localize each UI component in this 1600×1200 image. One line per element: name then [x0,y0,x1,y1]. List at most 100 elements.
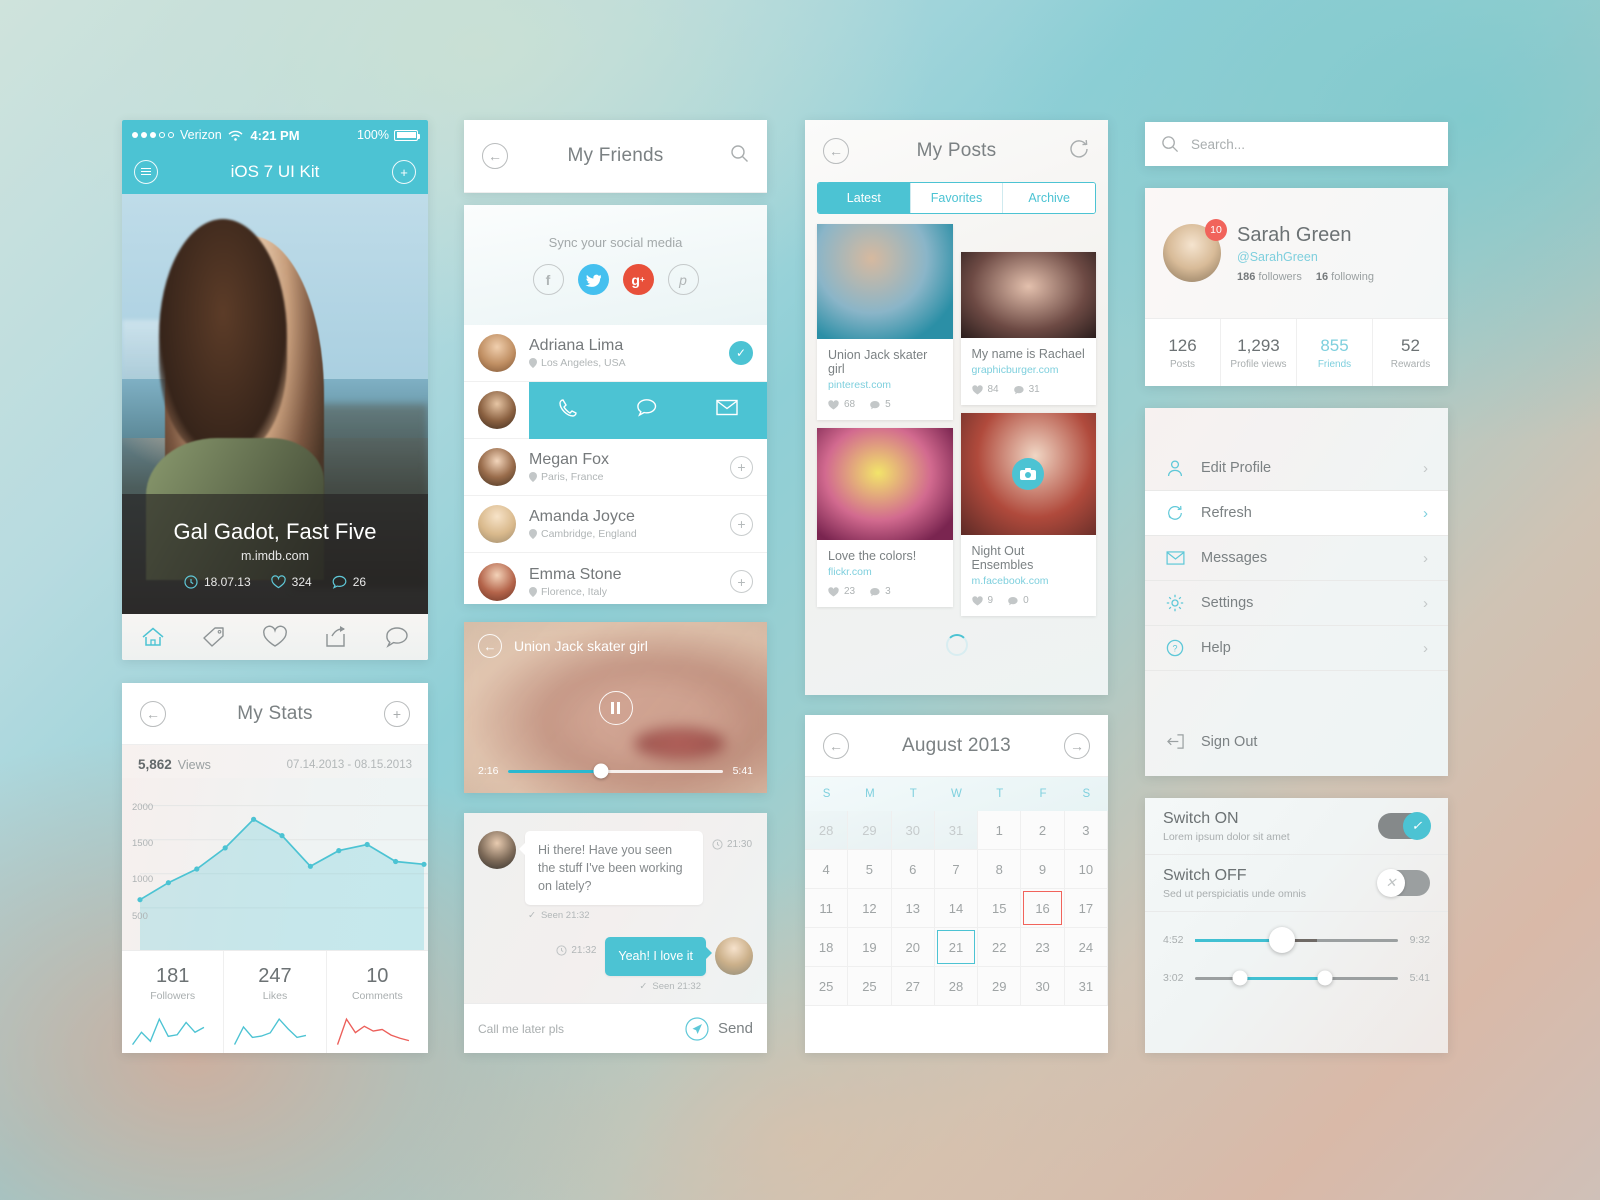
slider1-track[interactable] [1195,927,1398,953]
toggle-off[interactable]: ✕ [1377,869,1430,897]
calendar-day[interactable]: 5 [848,850,892,889]
mail-icon[interactable] [716,399,738,421]
chat-icon[interactable] [636,398,657,422]
post-url[interactable]: m.facebook.com [972,575,1086,587]
calendar-day[interactable]: 18 [805,928,849,967]
sidebar-item-help[interactable]: ? Help › [1145,626,1448,671]
slider1-handle[interactable] [1269,927,1296,953]
message-bubble[interactable]: Hi there! Have you seen the stuff I've b… [519,831,703,906]
video-player-card[interactable]: ← Union Jack skater girl 2:16 5:41 [464,622,767,793]
sidebar-item-edit-profile[interactable]: Edit Profile › [1145,446,1448,491]
calendar-day[interactable]: 22 [978,928,1022,967]
twitter-icon[interactable] [577,264,609,295]
tile-followers[interactable]: 181 Followers [122,951,225,1053]
list-item[interactable]: Amanda Joyce Cambridge, England + [464,496,767,553]
post-url[interactable]: pinterest.com [828,379,942,391]
slider2-handle-low[interactable] [1232,970,1248,986]
tile-likes[interactable]: 247 Likes [224,951,327,1053]
hero-photo[interactable]: Gal Gadot, Fast Five m.imdb.com 18.07.13… [122,194,428,614]
scrubber-handle[interactable] [593,763,608,779]
calendar-day[interactable]: 19 [848,928,892,967]
video-scrubber[interactable] [508,763,723,779]
tab-archive[interactable]: Archive [1003,183,1095,213]
stat-profile-views[interactable]: 1,293 Profile views [1221,319,1297,386]
calendar-day[interactable]: 3 [1064,811,1108,850]
post-card[interactable]: My name is Rachael graphicburger.com 84 … [960,252,1096,405]
list-item[interactable]: Adriana Lima Los Angeles, USA ✓ [464,325,767,382]
search-bar[interactable]: Search... [1145,122,1448,166]
hamburger-icon[interactable] [134,160,158,184]
slider2-handle-high[interactable] [1317,970,1333,986]
calendar-day[interactable]: 21 [934,928,979,967]
calendar-day[interactable]: 24 [1064,928,1108,967]
heart-icon[interactable] [262,625,288,649]
stat-rewards[interactable]: 52 Rewards [1373,319,1448,386]
calendar-day[interactable]: 1 [978,811,1022,850]
calendar-day[interactable]: 7 [934,850,979,889]
post-card[interactable]: Love the colors! flickr.com 23 3 [817,428,953,607]
list-item[interactable]: Megan Fox Paris, France + [464,439,767,496]
calendar-day[interactable]: 10 [1064,850,1108,889]
sidebar-item-messages[interactable]: Messages › [1145,536,1448,581]
phone-icon[interactable] [558,398,578,423]
plus-icon[interactable]: + [392,160,416,184]
calendar-day[interactable]: 25 [805,967,849,1006]
calendar-day[interactable]: 12 [848,889,892,928]
calendar-day[interactable]: 31 [1064,967,1108,1006]
calendar-day[interactable]: 30 [1021,967,1065,1006]
profile-handle[interactable]: @SarahGreen [1237,250,1374,264]
add-friend-button[interactable]: + [730,570,753,593]
list-item[interactable]: Emma Stone Florence, Italy + [464,553,767,604]
calendar-day[interactable]: 13 [891,889,935,928]
calendar-day[interactable]: 28 [805,811,849,850]
pause-icon[interactable] [598,690,633,725]
add-friend-button[interactable]: + [730,455,753,479]
add-friend-button[interactable]: + [730,512,753,536]
toggle-on[interactable]: ✓ [1378,812,1431,840]
slider2-track[interactable] [1195,970,1398,986]
calendar-day[interactable]: 2 [1021,811,1065,850]
calendar-day[interactable]: 31 [934,811,979,850]
calendar-day[interactable]: 29 [848,811,892,850]
pinterest-icon[interactable]: p [667,264,699,295]
post-url[interactable]: flickr.com [828,566,942,578]
calendar-day[interactable]: 16 [1021,889,1065,928]
calendar-day[interactable]: 25 [848,967,892,1006]
post-card[interactable]: Night Out Ensembles m.facebook.com 9 0 [960,413,1096,616]
facebook-icon[interactable]: f [532,264,564,295]
calendar-day[interactable]: 11 [805,889,849,928]
camera-icon[interactable] [1012,458,1045,490]
calendar-day[interactable]: 15 [978,889,1022,928]
stat-friends[interactable]: 855 Friends [1297,319,1373,386]
calendar-day[interactable]: 23 [1021,928,1065,967]
search-input[interactable]: Search... [1191,137,1245,152]
chat-input-row[interactable]: Call me later pls Send [464,1003,767,1053]
calendar-day[interactable]: 29 [978,967,1022,1006]
calendar-day[interactable]: 6 [891,850,935,889]
home-icon[interactable] [140,625,166,649]
tab-latest[interactable]: Latest [818,183,911,213]
tag-icon[interactable] [201,625,227,649]
post-url[interactable]: graphicburger.com [972,364,1086,376]
calendar-day[interactable]: 17 [1064,889,1108,928]
calendar-day[interactable]: 27 [891,967,935,1006]
sidebar-item-sign-out[interactable]: Sign Out [1145,719,1448,764]
followers[interactable]: 186 followers [1237,271,1302,283]
switch-off-row[interactable]: Switch OFF Sed ut perspiciatis unde omni… [1145,855,1448,912]
post-card[interactable]: Union Jack skater girl pinterest.com 68 … [817,224,953,420]
share-icon[interactable] [323,625,349,649]
calendar-day[interactable]: 30 [891,811,935,850]
following[interactable]: 16 following [1316,271,1374,283]
calendar-day[interactable]: 9 [1021,850,1065,889]
google-plus-icon[interactable]: g + [622,264,654,295]
chat-input[interactable]: Call me later pls [478,1022,564,1036]
calendar-day[interactable]: 20 [891,928,935,967]
calendar-day[interactable]: 4 [805,850,849,889]
calendar-day[interactable]: 8 [978,850,1022,889]
back-arrow-icon[interactable]: ← [478,634,502,658]
avatar[interactable]: 10 [1163,219,1227,282]
switch-on-row[interactable]: Switch ON Lorem ipsum dolor sit amet ✓ [1145,798,1448,855]
send-button[interactable]: Send [685,1016,753,1041]
tab-favorites[interactable]: Favorites [910,183,1004,213]
message-bubble[interactable]: Yeah! I love it [605,937,712,976]
